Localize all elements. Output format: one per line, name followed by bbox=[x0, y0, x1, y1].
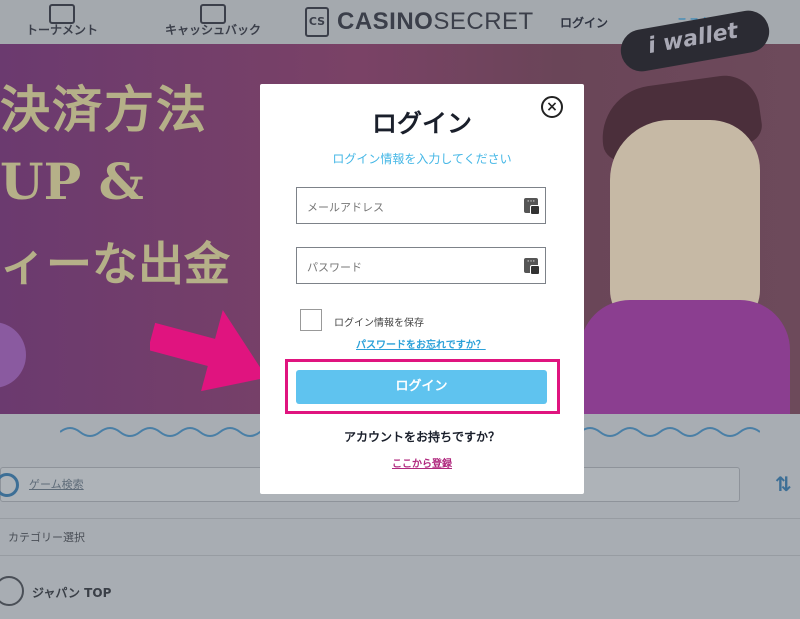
category-select[interactable]: カテゴリー選択 bbox=[0, 518, 800, 556]
modal-subtitle: ログイン情報を入力してください bbox=[332, 152, 512, 166]
banner-decor-circle bbox=[0, 322, 26, 388]
japan-top-label: ジャパン TOP bbox=[32, 586, 112, 600]
login-button[interactable]: ログイン bbox=[296, 370, 547, 404]
banner-line-1: 決済方法 bbox=[0, 80, 208, 139]
japan-icon bbox=[0, 576, 24, 606]
banner-line-3: ィーな出金 bbox=[0, 237, 230, 291]
forgot-password-link[interactable]: パスワードをお忘れですか？ bbox=[356, 336, 486, 351]
remember-checkbox[interactable] bbox=[300, 309, 322, 331]
nav-cashback-label: キャッシュバック bbox=[164, 23, 261, 37]
nav-tournament[interactable]: トーナメント bbox=[18, 0, 106, 44]
logo-text: CASINOSECRET bbox=[337, 8, 534, 36]
password-manager-icon[interactable]: ··· bbox=[524, 258, 540, 275]
modal-title: ログイン bbox=[371, 109, 472, 138]
site-logo[interactable]: CS CASINOSECRET bbox=[305, 6, 534, 38]
password-input[interactable] bbox=[305, 256, 509, 278]
password-manager-icon[interactable]: ··· bbox=[524, 198, 540, 215]
japan-top-row[interactable]: ジャパン TOP bbox=[0, 566, 800, 619]
email-field[interactable]: ··· bbox=[296, 187, 546, 224]
search-icon bbox=[0, 473, 19, 497]
sort-icon[interactable]: ⇅ bbox=[775, 472, 792, 496]
banner-line-2: UP & bbox=[0, 152, 144, 211]
no-account-text: アカウントをお持ちですか？ bbox=[343, 430, 500, 444]
iwallet-text: i wallet bbox=[646, 18, 740, 60]
category-label: カテゴリー選択 bbox=[8, 531, 85, 544]
password-field[interactable]: ··· bbox=[296, 247, 546, 284]
search-placeholder: ゲーム検索 bbox=[29, 478, 84, 491]
logo-text-bold: CASINO bbox=[337, 8, 434, 35]
register-link[interactable]: ここから登録 bbox=[260, 455, 584, 470]
character-body bbox=[580, 300, 790, 414]
logo-text-light: SECRET bbox=[433, 8, 534, 35]
email-input[interactable] bbox=[305, 196, 509, 218]
nav-tournament-label: トーナメント bbox=[25, 23, 98, 37]
logo-mark: CS bbox=[305, 7, 329, 37]
nav-login-link[interactable]: ログイン bbox=[560, 14, 608, 31]
character-face bbox=[610, 120, 760, 330]
nav-cashback[interactable]: キャッシュバック bbox=[158, 0, 268, 44]
remember-label: ログイン情報を保存 bbox=[334, 318, 424, 329]
pointer-arrow-icon bbox=[150, 309, 267, 392]
